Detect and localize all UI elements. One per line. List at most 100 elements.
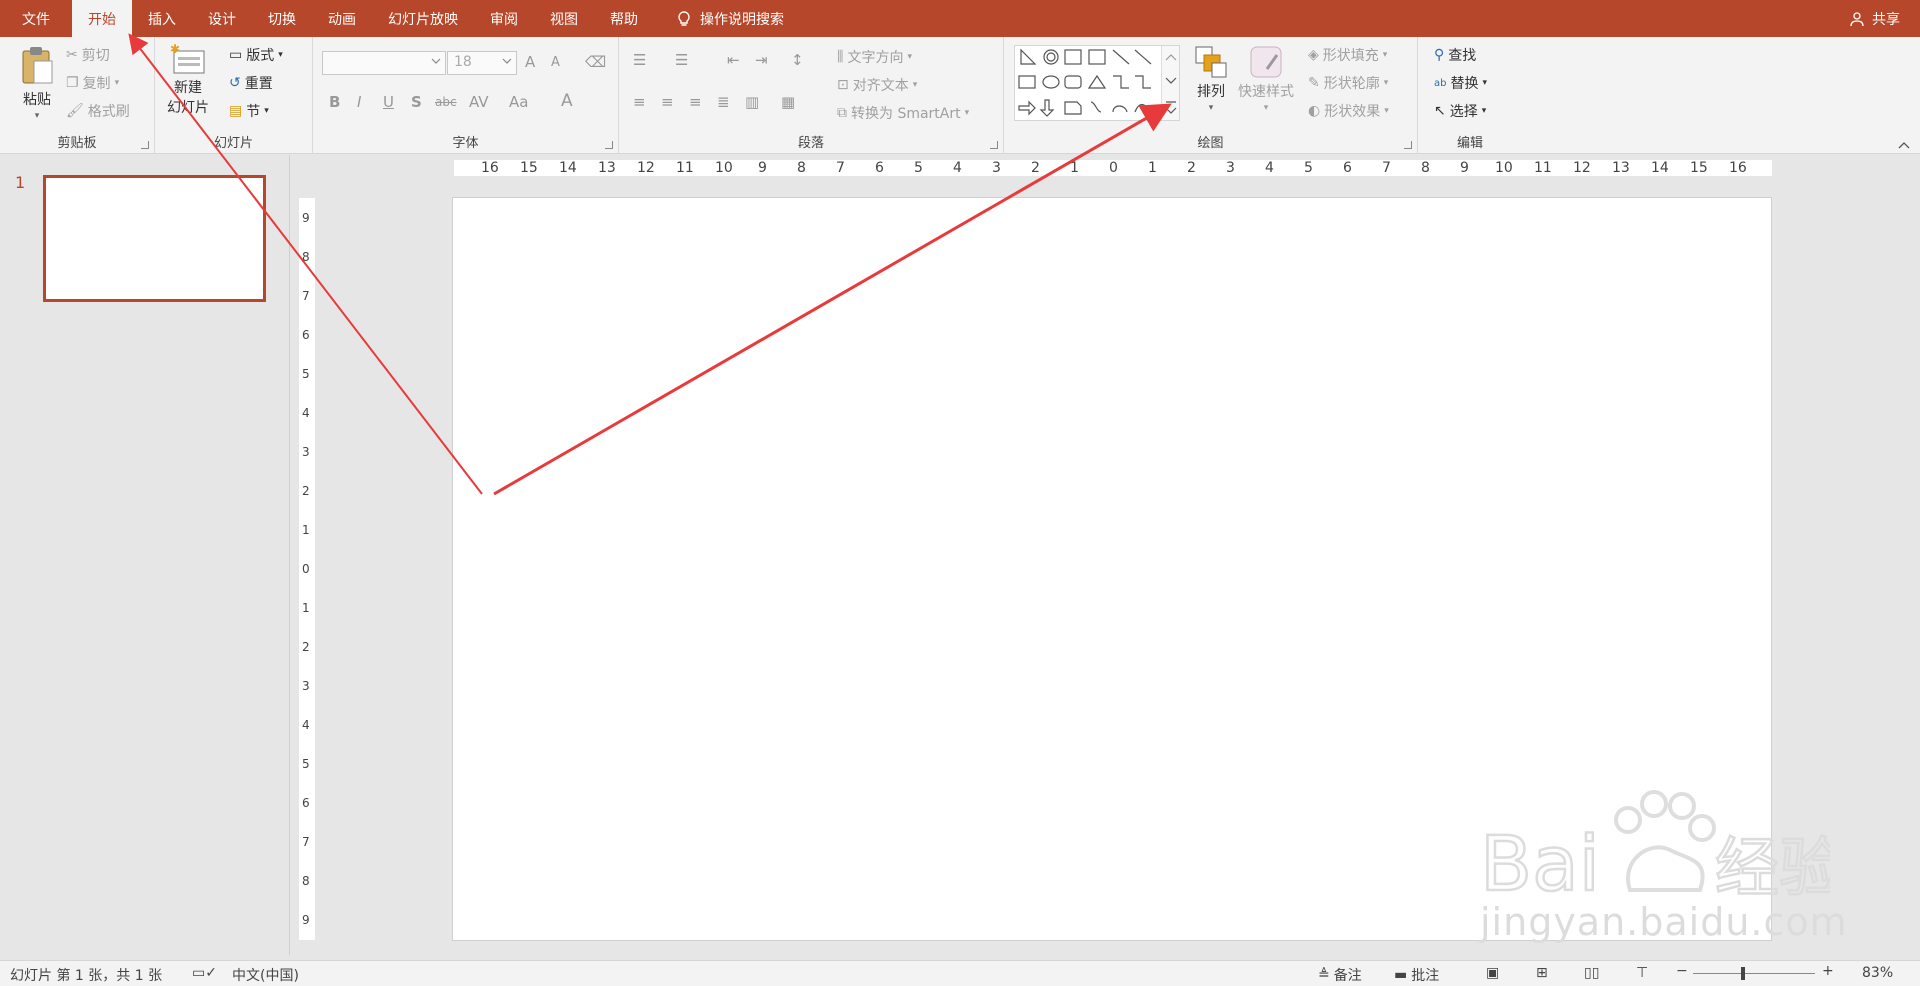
ruler-label: 5 [914, 160, 923, 176]
reset-button[interactable]: ↺ 重置 [229, 73, 273, 93]
tab-slideshow[interactable]: 幻灯片放映 [372, 0, 474, 37]
tell-me-search[interactable]: 操作说明搜索 [654, 0, 784, 37]
bullets-icon[interactable]: ☰ [633, 51, 646, 69]
notes-icon: ≜ [1318, 967, 1330, 983]
tab-design[interactable]: 设计 [192, 0, 252, 37]
strikethrough-button[interactable]: abc [435, 95, 457, 109]
ruler-label: 8 [302, 874, 310, 888]
format-painter-button[interactable]: 🖌 格式刷 [66, 101, 130, 121]
select-label: 选择 [1449, 104, 1478, 120]
font-size-combo[interactable]: 18 [447, 51, 517, 75]
select-button[interactable]: ↖ 选择 ▾ [1434, 101, 1486, 121]
copy-button[interactable]: ❐ 复制 ▾ [66, 73, 119, 93]
language-status[interactable]: 中文(中国) [232, 965, 299, 985]
align-right-icon[interactable]: ≡ [689, 93, 702, 111]
align-left-icon[interactable]: ≡ [633, 93, 646, 111]
increase-indent-icon[interactable]: ⇥ [755, 51, 768, 69]
convert-smartart-button[interactable]: ⧉ 转换为 SmartArt ▾ [837, 103, 969, 123]
tab-insert[interactable]: 插入 [132, 0, 192, 37]
justify-icon[interactable]: ≣ [717, 93, 730, 111]
font-group-label: 字体 [452, 136, 479, 151]
chevron-down-icon: ▾ [278, 50, 283, 60]
dialog-launcher-icon[interactable] [141, 141, 149, 149]
char-spacing-button[interactable]: AV [469, 93, 489, 111]
tab-file[interactable]: 文件 [0, 0, 72, 37]
chevron-up-icon[interactable] [1898, 139, 1910, 151]
tab-review[interactable]: 审阅 [474, 0, 534, 37]
comments-button[interactable]: ▬ 批注 [1394, 965, 1439, 985]
person-icon [1850, 11, 1864, 26]
font-name-combo[interactable] [322, 51, 446, 75]
replace-button[interactable]: ab 替换 ▾ [1434, 73, 1487, 93]
find-button[interactable]: ⚲ 查找 [1434, 45, 1476, 65]
tab-transitions[interactable]: 切换 [252, 0, 312, 37]
watermark-text: jingyan.baidu.com [1480, 900, 1848, 944]
cut-button[interactable]: ✂ 剪切 [66, 45, 110, 65]
font-color-button[interactable]: A [561, 91, 573, 111]
change-case-button[interactable]: Aa [509, 93, 528, 111]
underline-button[interactable]: U [383, 93, 394, 111]
shape-fill-button[interactable]: ◈ 形状填充 ▾ [1308, 45, 1387, 65]
zoom-in-button[interactable]: + [1822, 963, 1834, 979]
ruler-label: 7 [1382, 160, 1391, 176]
comment-icon: ▬ [1394, 967, 1408, 983]
dialog-launcher-icon[interactable] [990, 141, 998, 149]
bold-button[interactable]: B [329, 93, 340, 111]
ribbon-tab-bar: 文件 开始 插入 设计 切换 动画 幻灯片放映 审阅 视图 帮助 操作说明搜索 … [0, 0, 1920, 37]
tab-home[interactable]: 开始 [72, 0, 132, 37]
comments-label: 批注 [1411, 968, 1440, 984]
decrease-indent-icon[interactable]: ⇤ [727, 51, 740, 69]
ruler-label: 15 [520, 160, 538, 176]
zoom-level[interactable]: 83% [1862, 965, 1893, 981]
grow-font-button[interactable]: A [525, 53, 535, 71]
dialog-launcher-icon[interactable] [605, 141, 613, 149]
tab-help[interactable]: 帮助 [594, 0, 654, 37]
tab-animations[interactable]: 动画 [312, 0, 372, 37]
share-button[interactable]: 共享 [1850, 0, 1900, 37]
gallery-scroll[interactable] [1161, 46, 1179, 120]
ruler-label: 11 [676, 160, 694, 176]
shape-outline-button[interactable]: ✎ 形状轮廓 ▾ [1308, 73, 1388, 93]
zoom-slider-thumb[interactable] [1741, 967, 1745, 980]
layout-button[interactable]: ▭ 版式 ▾ [229, 45, 283, 65]
horizontal-ruler[interactable]: 16 15 14 13 12 11 10 9 8 7 6 5 4 3 2 1 0 1 2 3 4 5 6 7 8 9 10 11 12 1… [454, 160, 1772, 176]
shapes-gallery[interactable] [1014, 45, 1180, 121]
shadow-button[interactable]: S [411, 93, 422, 111]
ruler-label: 13 [1612, 160, 1630, 176]
arrange-button[interactable]: 排列 ▾ [1194, 45, 1228, 113]
section-button[interactable]: ▤ 节 ▾ [229, 101, 269, 121]
text-direction-button[interactable]: ⫼ 文字方向 ▾ [837, 47, 912, 67]
tab-view[interactable]: 视图 [534, 0, 594, 37]
italic-button[interactable]: I [357, 93, 361, 111]
spellcheck-icon[interactable]: ▭✓ [192, 965, 217, 981]
numbering-icon[interactable]: ☰ [675, 51, 688, 69]
chevron-down-icon: ▾ [264, 106, 269, 116]
shape-effects-icon: ◐ [1308, 103, 1321, 119]
align-text-button[interactable]: ⊡ 对齐文本 ▾ [837, 75, 917, 95]
shrink-font-button[interactable]: A [551, 55, 560, 70]
quick-styles-icon [1250, 46, 1282, 78]
quick-styles-button[interactable]: 快速样式 ▾ [1238, 45, 1294, 113]
slideshow-view-icon[interactable]: ⊤ [1636, 965, 1648, 981]
ruler-label: 7 [836, 160, 845, 176]
new-slide-button[interactable]: ✱ 新建 幻灯片 [167, 43, 209, 117]
notes-button[interactable]: ≜ 备注 [1318, 965, 1362, 985]
paste-button[interactable]: 粘贴 ▾ [20, 45, 54, 121]
shape-effects-button[interactable]: ◐ 形状效果 ▾ [1308, 101, 1389, 121]
zoom-slider-track[interactable] [1693, 973, 1815, 974]
distributed-icon[interactable]: ▥ [745, 93, 759, 111]
line-spacing-icon[interactable]: ↕ [791, 51, 804, 69]
clear-format-icon[interactable]: ⌫ [585, 53, 606, 71]
convert-smartart-label: 转换为 SmartArt [851, 106, 961, 122]
lightbulb-icon [678, 10, 690, 26]
normal-view-icon[interactable]: ▣ [1486, 965, 1499, 981]
align-center-icon[interactable]: ≡ [661, 93, 674, 111]
columns-icon[interactable]: ▦ [781, 93, 795, 111]
dialog-launcher-icon[interactable] [1404, 141, 1412, 149]
reading-view-icon[interactable]: ▯▯ [1584, 965, 1599, 981]
new-slide-icon: ✱ [170, 43, 205, 74]
vertical-ruler[interactable]: 9 8 7 6 5 4 3 2 1 0 1 2 3 4 5 6 7 8 9 [299, 198, 315, 940]
slide-thumbnail[interactable] [43, 175, 266, 302]
slide-sorter-icon[interactable]: ⊞ [1536, 965, 1548, 981]
zoom-out-button[interactable]: − [1676, 963, 1688, 979]
